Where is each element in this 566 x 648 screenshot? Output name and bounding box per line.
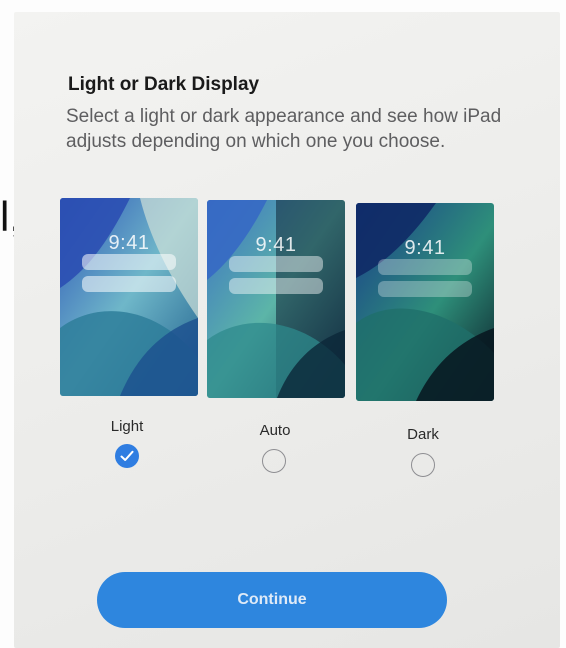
radio-auto[interactable] [262,449,286,473]
preview-light[interactable]: 9:41 [60,198,198,396]
checkmark-icon [120,450,134,461]
preview-clock: 9:41 [404,237,446,259]
page-description: Select a light or dark appearance and se… [66,106,502,152]
background-edge-text: l, [0,193,21,240]
preview-widget [229,256,323,272]
auto-wallpaper [207,200,345,398]
page-title: Light or Dark Display [68,74,260,95]
dark-wallpaper [356,203,494,401]
option-label-light: Light [110,418,144,435]
photo-stage: l, Light or Dark Display Select a light … [0,0,566,648]
preview-auto[interactable]: 9:41 [207,200,345,398]
continue-button[interactable]: Continue [97,572,447,628]
preview-widget [378,259,472,275]
preview-clock: 9:41 [255,234,297,256]
preview-widget [82,276,176,292]
preview-widget [229,278,323,294]
preview-widget [378,281,472,297]
radio-dark[interactable] [411,453,435,477]
light-wallpaper [60,198,198,396]
option-label-dark: Dark [407,426,439,443]
preview-dark[interactable]: 9:41 [356,203,494,401]
preview-clock: 9:41 [108,232,150,254]
option-label-auto: Auto [259,422,291,439]
preview-widget [82,254,176,270]
radio-light[interactable] [115,444,139,468]
